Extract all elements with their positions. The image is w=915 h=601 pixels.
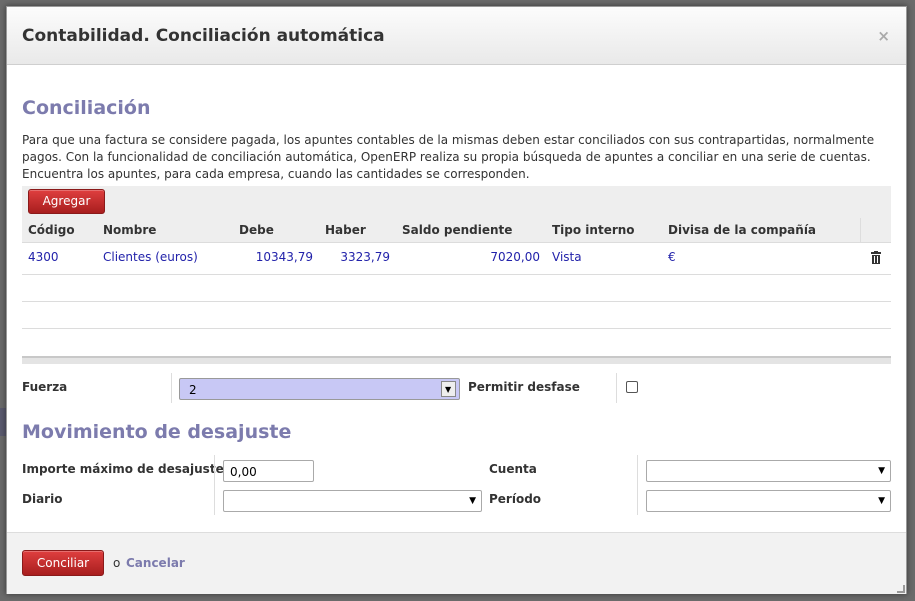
importe-label: Importe máximo de desajuste: [22, 462, 224, 476]
field-divider: [171, 373, 172, 403]
field-divider: [616, 373, 617, 403]
field-divider: [214, 455, 215, 515]
dialog-footer: Conciliar o Cancelar: [7, 532, 906, 594]
cancel-link[interactable]: Cancelar: [126, 556, 185, 570]
cell-saldo[interactable]: 7020,00: [422, 250, 540, 264]
column-header-divisa[interactable]: Divisa de la compañía: [668, 223, 816, 237]
periodo-label: Período: [489, 492, 542, 506]
table-row[interactable]: 4300 Clientes (euros) 10343,79 3323,79 7…: [22, 242, 891, 274]
cell-codigo[interactable]: 4300: [28, 250, 59, 264]
cell-divisa[interactable]: €: [668, 250, 676, 264]
cell-haber[interactable]: 3323,79: [312, 250, 390, 264]
chevron-down-icon: ▼: [878, 466, 885, 476]
column-header-saldo[interactable]: Saldo pendiente: [402, 223, 512, 237]
chevron-down-icon: ▼: [878, 496, 885, 506]
empty-row: [22, 328, 891, 356]
add-button[interactable]: Agregar: [28, 189, 105, 214]
fuerza-value: 2: [189, 383, 197, 397]
cell-tipo[interactable]: Vista: [552, 250, 582, 264]
cell-debe[interactable]: 10343,79: [222, 250, 313, 264]
cell-nombre[interactable]: Clientes (euros): [103, 250, 198, 264]
periodo-select[interactable]: ▼: [646, 490, 891, 512]
dropdown-arrow-icon[interactable]: ▼: [441, 381, 456, 397]
chevron-down-icon: ▼: [469, 496, 476, 506]
field-divider: [637, 455, 638, 515]
column-header-codigo[interactable]: Código: [28, 223, 75, 237]
close-icon[interactable]: ×: [877, 27, 890, 45]
desfase-label: Permitir desfase: [468, 380, 580, 394]
resize-grip-icon[interactable]: [897, 585, 905, 593]
section-title-conciliacion: Conciliación: [22, 97, 151, 119]
list-footer: [22, 356, 891, 364]
dialog-title: Contabilidad. Conciliación automática: [22, 26, 385, 46]
dialog-header: Contabilidad. Conciliación automática ×: [7, 7, 906, 65]
column-header-debe[interactable]: Debe: [239, 223, 274, 237]
diario-label: Diario: [22, 492, 63, 506]
column-divider: [860, 218, 861, 242]
list-header: Agregar Código Nombre Debe Haber Saldo p…: [22, 186, 891, 242]
description-text: Para que una factura se considere pagada…: [22, 133, 875, 181]
section-title-desajuste: Movimiento de desajuste: [22, 421, 292, 443]
cuenta-select[interactable]: ▼: [646, 460, 891, 482]
trash-icon[interactable]: [871, 251, 881, 264]
reconcile-dialog: Contabilidad. Conciliación automática × …: [6, 6, 907, 594]
column-header-nombre[interactable]: Nombre: [103, 223, 156, 237]
column-header-tipo[interactable]: Tipo interno: [552, 223, 635, 237]
column-header-haber[interactable]: Haber: [325, 223, 366, 237]
conciliar-button[interactable]: Conciliar: [22, 550, 104, 576]
accounts-list: Agregar Código Nombre Debe Haber Saldo p…: [22, 186, 891, 364]
desfase-checkbox[interactable]: [626, 381, 638, 393]
fuerza-select[interactable]: 2 ▼: [179, 378, 460, 400]
empty-row: [22, 274, 891, 301]
or-text: o: [113, 556, 121, 570]
fuerza-label: Fuerza: [22, 380, 68, 394]
importe-input[interactable]: 0,00: [223, 460, 314, 482]
diario-select[interactable]: ▼: [223, 490, 482, 512]
cuenta-label: Cuenta: [489, 462, 537, 476]
empty-row: [22, 301, 891, 328]
